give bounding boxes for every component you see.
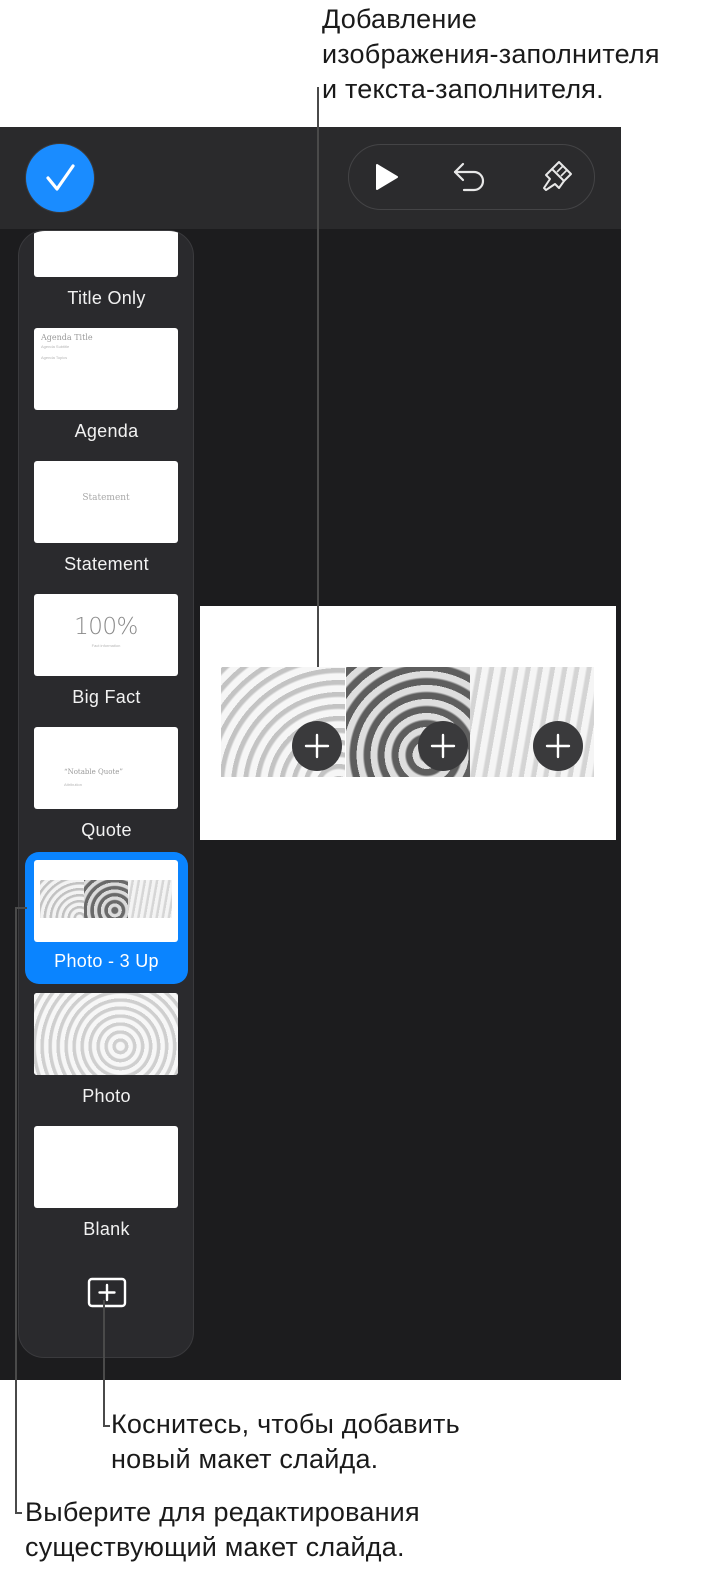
- thumb-quote: “Notable Quote”: [64, 768, 123, 776]
- layout-thumbnail: [34, 993, 178, 1075]
- add-media-button[interactable]: [418, 721, 468, 771]
- thumb-subtitle: Agenda Subtitle: [41, 344, 70, 349]
- layout-item-title-only[interactable]: Title Only: [25, 231, 188, 327]
- undo-button[interactable]: [440, 145, 500, 209]
- callout-tick: [103, 1425, 110, 1427]
- layout-label: Photo: [82, 1086, 131, 1106]
- thumb-photo: [128, 880, 172, 918]
- layout-label: Quote: [81, 820, 132, 840]
- format-button[interactable]: [526, 145, 586, 209]
- callout-tick: [15, 907, 27, 909]
- add-layout-button[interactable]: [85, 1271, 129, 1315]
- layout-thumbnail: [34, 860, 178, 942]
- layout-item-agenda[interactable]: Agenda Title Agenda Subtitle Agenda Topi…: [25, 328, 188, 460]
- plus-icon: [430, 733, 456, 759]
- thumb-attribution: Attribution: [64, 782, 83, 787]
- app-window: Title Only Agenda Title Agenda Subtitle …: [0, 127, 621, 1380]
- photo-placeholder[interactable]: [221, 667, 345, 777]
- thumb-title: Agenda Title: [41, 333, 93, 342]
- plus-icon: [545, 733, 571, 759]
- toolbar-button-group: [348, 144, 595, 210]
- thumb-photo: [34, 993, 178, 1075]
- paintbrush-icon: [543, 161, 572, 191]
- callout-tick: [15, 1512, 22, 1514]
- layout-label: Title Only: [67, 288, 146, 308]
- thumb-statement: Statement: [82, 493, 130, 503]
- thumb-photo: [40, 880, 84, 918]
- checkmark-icon: [46, 164, 75, 191]
- callout-line-edit-layout: [15, 907, 17, 1513]
- thumb-topics: Agenda Topics: [41, 355, 68, 360]
- layout-item-blank[interactable]: Blank: [25, 1126, 188, 1258]
- layout-label: Photo - 3 Up: [54, 951, 159, 971]
- layout-thumbnail: Statement: [34, 461, 178, 543]
- callout-line-placeholder: [317, 87, 319, 667]
- annotation-add-layout: Коснитесь, чтобы добавить новый макет сл…: [111, 1409, 460, 1474]
- layout-item-photo[interactable]: Photo: [25, 993, 188, 1125]
- layout-thumbnail: 100% Fact information: [34, 594, 178, 676]
- layout-item-photo-3-up[interactable]: Photo - 3 Up: [25, 852, 188, 984]
- layout-item-statement[interactable]: Statement Statement: [25, 461, 188, 593]
- layout-label: Big Fact: [72, 687, 141, 707]
- photo-placeholder[interactable]: [470, 667, 594, 777]
- layout-thumbnail: “Notable Quote” Attribution: [34, 727, 178, 809]
- done-button[interactable]: [26, 144, 94, 212]
- play-icon: [376, 164, 398, 190]
- undo-icon: [453, 162, 485, 192]
- annotation-placeholder: Добавление изображения-заполнителя и тек…: [322, 4, 660, 104]
- thumb-big-number: 100%: [74, 614, 138, 640]
- layout-label: Agenda: [74, 421, 139, 441]
- annotation-edit-layout: Выберите для редактирования существующий…: [25, 1497, 420, 1562]
- layout-item-big-fact[interactable]: 100% Fact information Big Fact: [25, 594, 188, 726]
- thumb-photo: [84, 880, 128, 918]
- photo-placeholder[interactable]: [346, 667, 470, 777]
- layout-item-quote[interactable]: “Notable Quote” Attribution Quote: [25, 727, 188, 859]
- layout-thumbnail: [34, 1126, 178, 1208]
- thumb-fact-info: Fact information: [91, 643, 121, 648]
- layout-label: Statement: [64, 554, 149, 574]
- slide-canvas[interactable]: [200, 606, 616, 840]
- add-media-button[interactable]: [292, 721, 342, 771]
- add-media-button[interactable]: [533, 721, 583, 771]
- play-button[interactable]: [355, 145, 415, 209]
- layout-thumbnail: Agenda Title Agenda Subtitle Agenda Topi…: [34, 328, 178, 410]
- plus-icon: [304, 733, 330, 759]
- toolbar: [0, 127, 621, 229]
- callout-line-add-layout: [103, 1300, 105, 1426]
- layout-thumbnail: [34, 231, 178, 277]
- layout-label: Blank: [83, 1219, 130, 1239]
- layout-panel: Title Only Agenda Title Agenda Subtitle …: [18, 230, 194, 1358]
- add-layout-icon: [87, 1277, 127, 1308]
